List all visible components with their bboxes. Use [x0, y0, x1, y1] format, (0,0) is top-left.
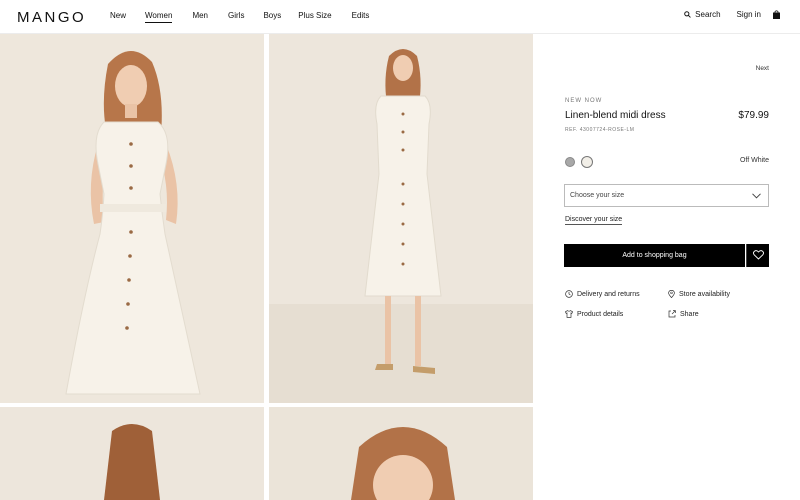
model-back-illustration [0, 407, 264, 500]
chevron-down-icon [752, 193, 761, 199]
product-ref: REF. 43007724-ROSE-LM [565, 127, 635, 133]
product-photo-full[interactable] [269, 34, 533, 403]
favorite-button[interactable] [746, 244, 769, 267]
product-photo-back[interactable] [0, 407, 264, 500]
new-now-tag: NEW NOW [565, 98, 603, 104]
next-product-link[interactable]: Next [756, 65, 769, 72]
model-front-illustration [0, 34, 264, 403]
nav-item-girls[interactable]: Girls [228, 11, 244, 20]
nav-item-new[interactable]: New [110, 11, 126, 20]
store-availability-link[interactable]: Store availability [668, 290, 730, 298]
color-swatch-off-white[interactable] [581, 156, 593, 168]
search-icon [684, 11, 691, 18]
product-photo-front[interactable] [0, 34, 264, 403]
product-details-link[interactable]: Product details [565, 310, 623, 318]
location-pin-icon [668, 290, 675, 298]
nav-item-men[interactable]: Men [192, 11, 208, 20]
store-availability-label: Store availability [679, 290, 730, 298]
tshirt-icon [565, 310, 573, 318]
mango-logo[interactable]: MANGO [17, 9, 86, 26]
model-closeup-illustration [269, 407, 533, 500]
main-nav: New Women Men Girls Boys Plus Size Edits [110, 11, 370, 23]
header-actions: Search Sign in [684, 10, 780, 19]
product-photo-closeup[interactable] [269, 407, 533, 500]
size-select[interactable]: Choose your size [564, 184, 769, 207]
share-link[interactable]: Share [668, 310, 699, 318]
nav-item-plus-size[interactable]: Plus Size [298, 11, 331, 20]
product-price: $79.99 [738, 110, 769, 121]
share-label: Share [680, 310, 699, 318]
discover-size-link[interactable]: Discover your size [565, 216, 623, 225]
product-details-label: Product details [577, 310, 624, 318]
shopping-bag-icon[interactable] [773, 10, 780, 19]
color-swatch-grey[interactable] [565, 157, 575, 167]
heart-icon [753, 250, 764, 260]
product-panel: Next NEW NOW Linen-blend midi dress $79.… [533, 34, 800, 500]
product-title: Linen-blend midi dress [565, 110, 666, 121]
selected-color-name: Off White [739, 157, 769, 164]
share-icon [668, 310, 676, 318]
clock-icon [565, 290, 573, 298]
delivery-returns-label: Delivery and returns [577, 290, 640, 298]
nav-item-edits[interactable]: Edits [352, 11, 370, 20]
nav-item-women[interactable]: Women [145, 11, 173, 23]
nav-item-boys[interactable]: Boys [263, 11, 281, 20]
search-button[interactable]: Search [684, 10, 721, 19]
size-select-placeholder: Choose your size [570, 192, 625, 199]
add-to-bag-button[interactable]: Add to shopping bag [564, 244, 745, 267]
site-header: MANGO New Women Men Girls Boys Plus Size… [0, 0, 800, 34]
model-full-illustration [269, 34, 533, 403]
search-label: Search [695, 10, 721, 19]
delivery-returns-link[interactable]: Delivery and returns [565, 290, 640, 298]
sign-in-link[interactable]: Sign in [737, 10, 761, 19]
